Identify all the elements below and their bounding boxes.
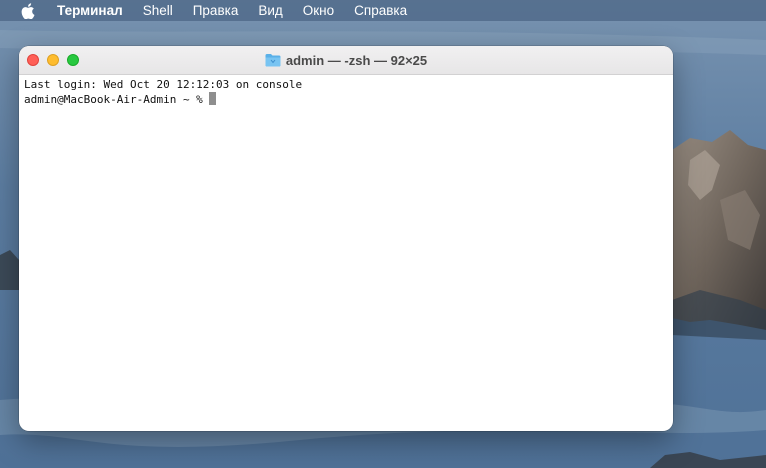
menu-shell[interactable]: Shell [143,0,173,21]
menu-help[interactable]: Справка [354,0,407,21]
window-title-text: admin — -zsh — 92×25 [285,52,428,68]
menu-edit[interactable]: Правка [193,0,239,21]
prompt-line[interactable]: admin@MacBook-Air-Admin ~ % [24,92,668,107]
text-cursor [209,92,217,105]
terminal-content[interactable]: Last login: Wed Oct 20 12:12:03 on conso… [19,75,673,110]
menu-window[interactable]: Окно [303,0,334,21]
menu-view[interactable]: Вид [258,0,282,21]
terminal-window: admin — -zsh — 92×25 Last login: Wed Oct… [19,46,673,431]
folder-icon [265,53,281,67]
apple-logo-icon[interactable] [20,2,36,20]
window-titlebar[interactable]: admin — -zsh — 92×25 [19,46,673,75]
shell-prompt: admin@MacBook-Air-Admin ~ % [24,93,210,106]
last-login-line: Last login: Wed Oct 20 12:12:03 on conso… [24,78,303,91]
menu-bar: Терминал Shell Правка Вид Окно Справка [0,0,766,21]
window-title: admin — -zsh — 92×25 [19,46,673,74]
menu-app-name[interactable]: Терминал [57,0,123,21]
